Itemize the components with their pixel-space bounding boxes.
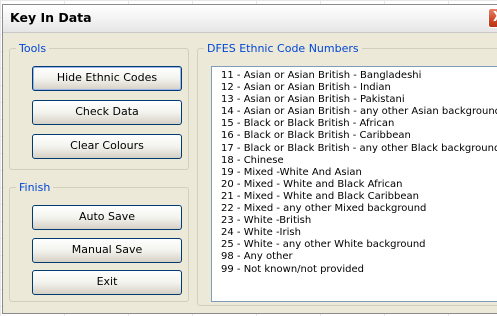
list-item: 99 - Not known/not provided [221, 263, 364, 275]
list-item: 25 - White - any other White background [221, 239, 426, 251]
tools-legend: Tools [19, 42, 47, 55]
exit-button[interactable]: Exit [32, 270, 182, 295]
list-item: 14 - Asian or Asian British - any other … [221, 106, 497, 118]
list-item: 24 - White -Irish [221, 227, 301, 239]
list-item: 13 - Asian or Asian British - Pakistani [221, 94, 405, 106]
ethnic-codes-list[interactable]: 11 - Asian or Asian British - Bangladesh… [211, 66, 497, 302]
list-item: 22 - Mixed - any other Mixed background [221, 203, 427, 215]
list-item: 16 - Black or Black British - Caribbean [221, 130, 411, 142]
ethnic-codes-legend: DFES Ethnic Code Numbers [207, 42, 359, 55]
dialog-title: Key In Data [10, 10, 92, 25]
list-item: 15 - Black or Black British - African [221, 118, 395, 130]
close-icon[interactable]: X [488, 8, 497, 28]
list-item: 98 - Any other [221, 251, 293, 263]
finish-legend: Finish [19, 181, 51, 194]
title-bar[interactable]: Key In Data X [3, 5, 497, 33]
auto-save-button[interactable]: Auto Save [32, 205, 182, 230]
manual-save-button[interactable]: Manual Save [32, 238, 182, 263]
hide-ethnic-codes-button[interactable]: Hide Ethnic Codes [32, 66, 182, 91]
list-item: 17 - Black or Black British - any other … [221, 142, 497, 154]
list-item: 18 - Chinese [221, 154, 284, 166]
list-item: 19 - Mixed -White And Asian [221, 166, 362, 178]
list-item: 21 - Mixed - White and Black Caribbean [221, 190, 419, 202]
list-item: 23 - White -British [221, 215, 312, 227]
check-data-button[interactable]: Check Data [32, 100, 182, 125]
clear-colours-button[interactable]: Clear Colours [32, 134, 182, 159]
list-item: 20 - Mixed - White and Black African [221, 178, 403, 190]
list-item: 11 - Asian or Asian British - Bangladesh… [221, 70, 422, 81]
page: Key In Data X Tools Finish DFES Ethnic C… [0, 0, 497, 316]
list-item: 12 - Asian or Asian British - Indian [221, 82, 391, 94]
